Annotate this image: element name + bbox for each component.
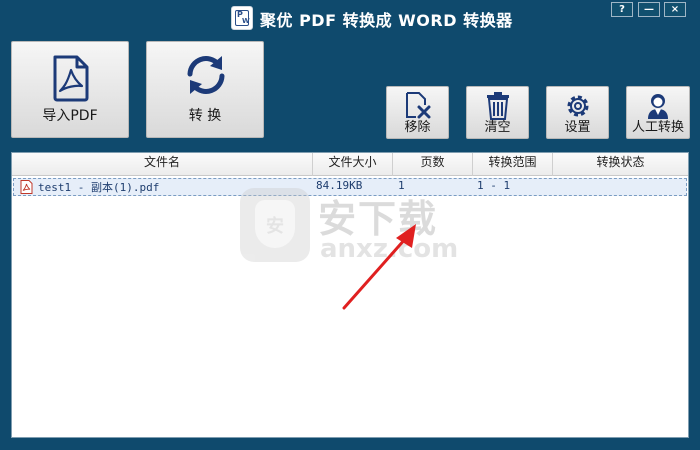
table-header: 文件名 文件大小 页数 转换范围 转换状态 [12, 153, 688, 176]
app-logo-icon: PW [231, 6, 253, 30]
help-button[interactable]: ? [611, 2, 633, 17]
import-pdf-label: 导入PDF [42, 108, 98, 124]
convert-label: 转 换 [188, 108, 222, 124]
title-bar: PW 聚优 PDF 转换成 WORD 转换器 ? — × [0, 0, 700, 34]
column-header-status[interactable]: 转换状态 [553, 153, 688, 176]
manual-convert-button[interactable]: 人工转换 [626, 86, 690, 139]
settings-label: 设置 [564, 120, 591, 135]
column-header-range[interactable]: 转换范围 [473, 153, 553, 176]
watermark-shield-icon: 安 [240, 188, 310, 262]
column-header-filesize[interactable]: 文件大小 [313, 153, 393, 176]
import-pdf-button[interactable]: 导入PDF [11, 41, 129, 138]
minimize-button[interactable]: — [638, 2, 660, 17]
column-header-filename[interactable]: 文件名 [12, 153, 313, 176]
clear-button[interactable]: 清空 [466, 86, 529, 139]
pdf-file-icon [53, 55, 89, 102]
cell-filename: test1 - 副本(1).pdf [38, 181, 160, 194]
clear-label: 清空 [484, 120, 511, 135]
window-title: 聚优 PDF 转换成 WORD 转换器 [260, 11, 513, 30]
annotation-arrow-icon [342, 224, 416, 310]
convert-button[interactable]: 转 换 [146, 41, 264, 138]
pdf-file-icon [20, 180, 33, 194]
settings-button[interactable]: 设置 [546, 86, 609, 139]
cell-range: 1 - 1 [477, 179, 511, 192]
remove-button[interactable]: 移除 [386, 86, 449, 139]
app-window: PW 聚优 PDF 转换成 WORD 转换器 ? — × 导入PDF 转 换 移… [0, 0, 700, 450]
manual-convert-label: 人工转换 [631, 120, 684, 135]
remove-label: 移除 [404, 120, 431, 135]
refresh-icon [187, 56, 225, 94]
close-button[interactable]: × [664, 2, 686, 17]
column-header-pages[interactable]: 页数 [393, 153, 473, 176]
